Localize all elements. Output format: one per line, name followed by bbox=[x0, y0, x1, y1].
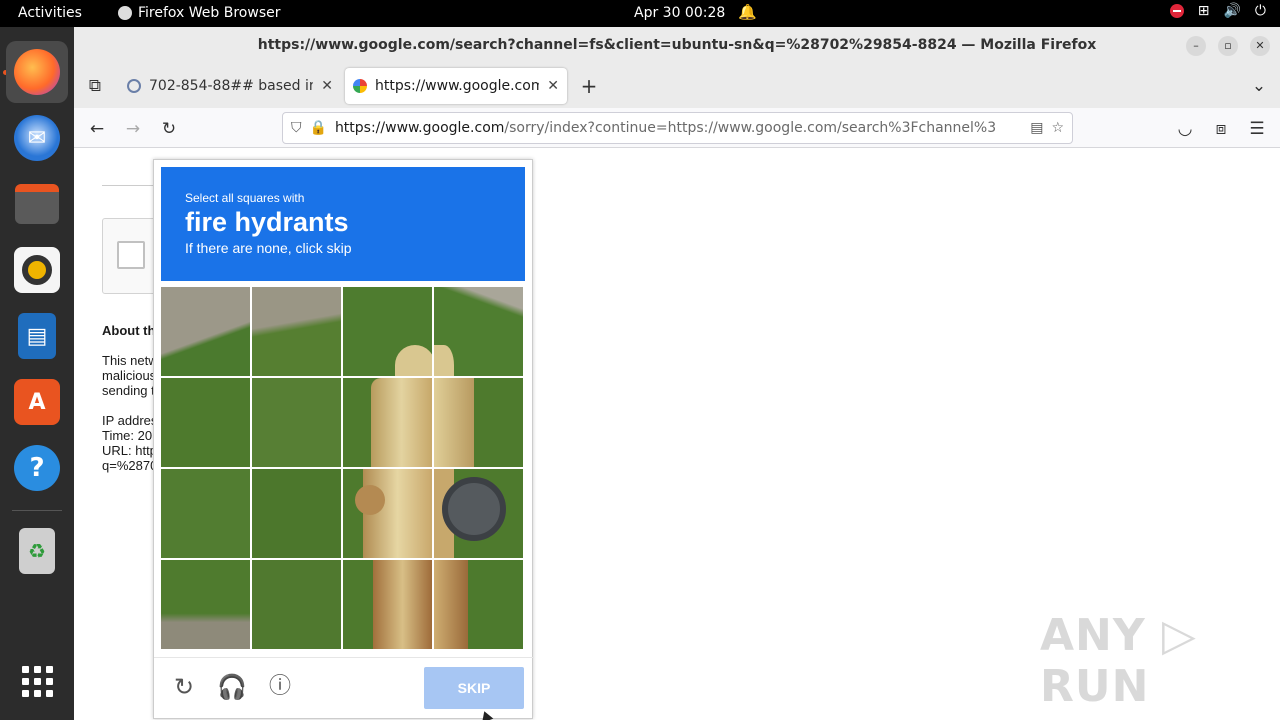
volume-icon: 🔊 bbox=[1223, 3, 1241, 19]
captcha-tile[interactable] bbox=[252, 560, 341, 649]
show-apps-icon bbox=[21, 665, 53, 697]
activities-button[interactable]: Activities bbox=[18, 5, 82, 21]
firefox-icon bbox=[14, 49, 60, 95]
navigation-toolbar: ← → ↻ ⛉ 🔒 https://www.google.com/sorry/i… bbox=[74, 108, 1280, 148]
writer-icon: ▤ bbox=[18, 313, 56, 359]
help-icon: ? bbox=[14, 445, 60, 491]
network-icon: ⊞ bbox=[1197, 3, 1210, 19]
firefox-small-icon bbox=[118, 6, 132, 20]
system-top-bar: Activities Firefox Web Browser Apr 30 00… bbox=[0, 0, 1280, 27]
dock-help[interactable]: ? bbox=[6, 437, 68, 499]
close-tab-icon[interactable]: ✕ bbox=[321, 78, 333, 94]
captcha-tile[interactable] bbox=[434, 469, 523, 558]
audio-challenge-headphones-icon[interactable]: 🎧 bbox=[217, 672, 247, 702]
dock: ✉ ▤ A ? ♻ bbox=[0, 27, 74, 720]
dock-rhythmbox[interactable] bbox=[6, 239, 68, 301]
about-heading: About th bbox=[102, 323, 156, 338]
app-center-icon: A bbox=[14, 379, 60, 425]
dock-trash[interactable]: ♻ bbox=[6, 520, 68, 582]
url-bar[interactable]: ⛉ 🔒 https://www.google.com/sorry/index?c… bbox=[282, 112, 1073, 144]
captcha-tile[interactable] bbox=[161, 287, 250, 376]
list-tabs-chevron-down-icon[interactable]: ⌄ bbox=[1246, 73, 1272, 99]
power-icon: ⏻ bbox=[1254, 3, 1266, 19]
bookmark-star-icon[interactable]: ☆ bbox=[1051, 120, 1064, 136]
skip-button[interactable]: SKIP bbox=[424, 667, 524, 709]
captcha-tile[interactable] bbox=[252, 469, 341, 558]
captcha-tile[interactable] bbox=[434, 378, 523, 467]
new-tab-icon[interactable]: + bbox=[576, 73, 602, 99]
captcha-tile[interactable] bbox=[343, 469, 432, 558]
instruction-target: fire hydrants bbox=[185, 207, 349, 237]
back-icon[interactable]: ← bbox=[84, 116, 110, 142]
captcha-tile[interactable] bbox=[343, 287, 432, 376]
captcha-tile[interactable] bbox=[252, 287, 341, 376]
tab-title: 702-854-88## based in L bbox=[149, 78, 314, 94]
rhythmbox-icon bbox=[14, 247, 60, 293]
captcha-tile[interactable] bbox=[252, 378, 341, 467]
maximize-button[interactable]: ▫ bbox=[1218, 36, 1238, 56]
instruction-small: Select all squares with bbox=[185, 191, 305, 205]
dock-separator bbox=[12, 510, 62, 511]
notification-bell-icon[interactable]: 🔔 bbox=[738, 3, 757, 21]
dock-files[interactable] bbox=[6, 173, 68, 235]
captcha-instructions: Select all squares with fire hydrants If… bbox=[161, 167, 525, 281]
tab-overview-icon[interactable]: ⧉ bbox=[82, 73, 108, 99]
trash-icon: ♻ bbox=[19, 528, 55, 574]
captcha-tile[interactable] bbox=[434, 287, 523, 376]
tab-bar: ⧉ 702-854-88## based in L ✕ https://www.… bbox=[74, 64, 1280, 108]
watermark-logo: ANY ▷ RUN bbox=[1040, 610, 1197, 712]
dock-firefox[interactable] bbox=[6, 41, 68, 103]
menu-hamburger-icon[interactable]: ☰ bbox=[1244, 116, 1270, 142]
site-favicon-icon bbox=[127, 79, 141, 93]
reload-icon[interactable]: ↻ bbox=[156, 116, 182, 142]
files-icon bbox=[15, 184, 59, 224]
pocket-icon[interactable]: ◡ bbox=[1172, 116, 1198, 142]
captcha-tile[interactable] bbox=[161, 378, 250, 467]
captcha-tile[interactable] bbox=[343, 378, 432, 467]
url-text[interactable]: https://www.google.com/sorry/index?conti… bbox=[335, 120, 1022, 136]
captcha-tile[interactable] bbox=[161, 560, 250, 649]
window-title: https://www.google.com/search?channel=fs… bbox=[257, 37, 1097, 53]
app-name-label: Firefox Web Browser bbox=[138, 5, 281, 21]
captcha-footer: ↻ 🎧 ⓘ SKIP bbox=[154, 657, 534, 719]
dock-writer[interactable]: ▤ bbox=[6, 305, 68, 367]
clock[interactable]: Apr 30 00:28 bbox=[634, 5, 725, 21]
info-icon[interactable]: ⓘ bbox=[265, 672, 295, 702]
captcha-challenge-dialog: Select all squares with fire hydrants If… bbox=[153, 159, 534, 719]
app-menu[interactable]: Firefox Web Browser bbox=[118, 5, 281, 21]
tab-phone-lookup[interactable]: 702-854-88## based in L ✕ bbox=[119, 68, 341, 104]
dock-show-apps[interactable] bbox=[6, 650, 68, 712]
reload-challenge-icon[interactable]: ↻ bbox=[169, 672, 199, 702]
window-titlebar[interactable]: https://www.google.com/search?channel=fs… bbox=[74, 27, 1280, 64]
lock-icon[interactable]: 🔒 bbox=[310, 120, 327, 136]
extensions-icon[interactable]: ⧈ bbox=[1208, 116, 1234, 142]
close-tab-icon[interactable]: ✕ bbox=[547, 78, 559, 94]
tab-title: https://www.google.com bbox=[375, 78, 540, 94]
recaptcha-checkbox[interactable] bbox=[117, 241, 145, 269]
forward-icon[interactable]: → bbox=[120, 116, 146, 142]
close-window-button[interactable]: ✕ bbox=[1250, 36, 1270, 56]
dock-thunderbird[interactable]: ✉ bbox=[6, 107, 68, 169]
captcha-tile[interactable] bbox=[434, 560, 523, 649]
reader-view-icon[interactable]: ▤ bbox=[1030, 120, 1043, 136]
recording-icon bbox=[1169, 4, 1184, 18]
google-favicon-icon bbox=[353, 79, 367, 93]
minimize-button[interactable]: – bbox=[1186, 36, 1206, 56]
captcha-tile[interactable] bbox=[343, 560, 432, 649]
instruction-sub: If there are none, click skip bbox=[185, 240, 352, 256]
dock-app-center[interactable]: A bbox=[6, 371, 68, 433]
thunderbird-icon: ✉ bbox=[14, 115, 60, 161]
tab-google[interactable]: https://www.google.com ✕ bbox=[345, 68, 567, 104]
captcha-tile[interactable] bbox=[161, 469, 250, 558]
captcha-image-grid bbox=[161, 287, 523, 649]
system-tray[interactable]: ⊞ 🔊 ⏻ bbox=[1169, 3, 1266, 19]
tracking-shield-icon[interactable]: ⛉ bbox=[291, 120, 302, 136]
